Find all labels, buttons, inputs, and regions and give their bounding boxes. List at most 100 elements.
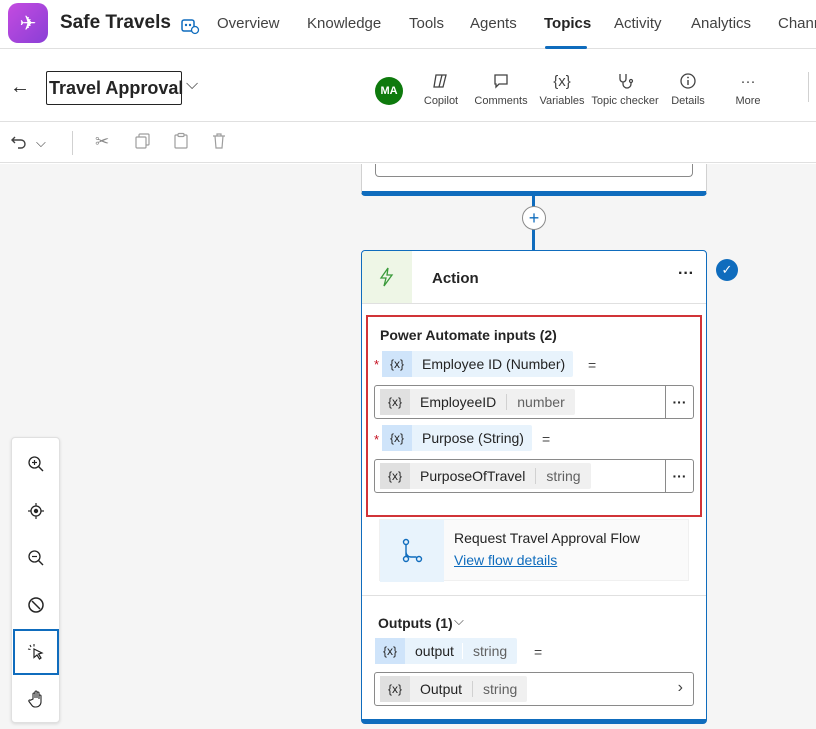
back-arrow-icon[interactable]: ←: [10, 76, 30, 99]
undo-icon[interactable]: [10, 132, 28, 155]
topic-canvas[interactable]: + Action ··· Power Automate inputs (2) *…: [0, 164, 816, 729]
bot-settings-icon[interactable]: [178, 14, 200, 36]
previous-node[interactable]: [361, 164, 707, 196]
reset-icon[interactable]: [12, 582, 59, 628]
zoom-out-icon[interactable]: [12, 535, 59, 581]
recenter-icon[interactable]: [12, 488, 59, 534]
input-label: Purpose (String): [422, 430, 524, 446]
outputs-title[interactable]: Outputs (1): [378, 615, 453, 631]
output-var-name: output: [415, 643, 454, 659]
comments-label: Comments: [474, 95, 528, 107]
details-button[interactable]: Details: [668, 70, 708, 107]
topic-name-field[interactable]: Travel Approval: [46, 71, 183, 105]
copy-icon[interactable]: [134, 132, 152, 155]
copilot-button[interactable]: Copilot: [421, 70, 461, 107]
input-label: Employee ID (Number): [422, 356, 566, 372]
equals-sign: =: [534, 644, 543, 660]
tab-channels[interactable]: Chann: [778, 15, 816, 32]
cut-icon[interactable]: ✂: [95, 132, 109, 152]
variable-icon: {x}: [380, 463, 410, 489]
avatar[interactable]: MA: [375, 77, 403, 105]
comment-icon: [473, 70, 529, 92]
required-asterisk: *: [374, 357, 380, 372]
tab-topics[interactable]: Topics: [544, 15, 591, 32]
checkmark-icon: ✓: [716, 259, 738, 281]
topic-checker-label: Topic checker: [591, 95, 659, 107]
view-flow-details-link[interactable]: View flow details: [454, 552, 557, 568]
value-chip[interactable]: {x} Output string: [380, 676, 528, 702]
tab-analytics[interactable]: Analytics: [691, 15, 751, 32]
chevron-down-icon[interactable]: ⌵: [36, 135, 46, 151]
tab-tools[interactable]: Tools: [409, 15, 444, 32]
tab-agents[interactable]: Agents: [470, 15, 517, 32]
action-more-button[interactable]: ···: [678, 265, 694, 283]
copilot-icon: [421, 70, 461, 92]
chevron-down-icon[interactable]: ⌵: [454, 613, 464, 629]
flow-icon: [380, 520, 444, 582]
info-icon: [668, 70, 708, 92]
tab-overview[interactable]: Overview: [217, 15, 280, 32]
previous-node-field[interactable]: [375, 164, 693, 177]
airplane-icon[interactable]: ✈: [8, 3, 48, 43]
edit-toolbar: ⌵ ✂: [0, 123, 816, 163]
app-name[interactable]: Safe Travels: [60, 12, 171, 34]
paste-icon[interactable]: [172, 132, 190, 155]
power-automate-inputs-section: Power Automate inputs (2) * {x} Employee…: [366, 315, 702, 517]
output-value-field[interactable]: {x} Output string ›: [374, 672, 694, 706]
chevron-down-icon[interactable]: ⌵: [186, 76, 198, 94]
divider: [72, 131, 73, 155]
select-pointer-icon[interactable]: [13, 629, 59, 675]
variable-icon: {x}: [380, 676, 410, 702]
value-type: string: [483, 681, 518, 697]
field-more-button[interactable]: ···: [665, 460, 693, 492]
value-chip[interactable]: {x} PurposeOfTravel string: [380, 463, 591, 489]
details-label: Details: [671, 95, 705, 107]
copilot-label: Copilot: [423, 95, 459, 107]
value-chip[interactable]: {x} EmployeeID number: [380, 389, 575, 415]
variables-label: Variables: [539, 95, 585, 107]
field-more-button[interactable]: ···: [665, 386, 693, 418]
lightning-icon: [362, 251, 412, 303]
required-asterisk: *: [374, 432, 380, 447]
more-label: More: [735, 95, 761, 107]
action-title: Action: [432, 270, 479, 287]
topic-header: ← Travel Approval ⌵ MA Copilot Comments …: [0, 50, 816, 122]
value-name: Output: [410, 681, 474, 697]
tab-knowledge[interactable]: Knowledge: [307, 15, 381, 32]
output-variable-chip[interactable]: {x} output string: [375, 638, 518, 664]
flow-name: Request Travel Approval Flow: [454, 530, 640, 546]
comments-button[interactable]: Comments: [473, 70, 529, 107]
employee-id-value-field[interactable]: {x} EmployeeID number ···: [374, 385, 694, 419]
value-name: EmployeeID: [410, 394, 508, 410]
inputs-title: Power Automate inputs (2): [380, 327, 557, 343]
equals-sign: =: [588, 357, 597, 373]
top-nav: ✈ Safe Travels Overview Knowledge Tools …: [0, 0, 816, 49]
variable-icon: {x}: [375, 638, 405, 664]
variables-button[interactable]: {x} Variables: [538, 70, 586, 108]
variable-icon: {x}: [553, 72, 571, 90]
variable-icon: {x}: [382, 425, 412, 451]
output-var-type: string: [461, 643, 517, 659]
more-icon: ···: [740, 72, 756, 90]
input-variable-chip[interactable]: {x} Purpose (String): [382, 425, 532, 451]
value-name: PurposeOfTravel: [410, 468, 537, 484]
active-tab-indicator: [545, 46, 587, 49]
chevron-right-icon[interactable]: ›: [678, 679, 683, 697]
pan-hand-icon[interactable]: [12, 676, 59, 722]
divider: [362, 595, 706, 596]
variable-icon: {x}: [382, 351, 412, 377]
variable-icon: {x}: [380, 389, 410, 415]
more-button[interactable]: ··· More: [730, 70, 766, 108]
purpose-value-field[interactable]: {x} PurposeOfTravel string ···: [374, 459, 694, 493]
equals-sign: =: [542, 431, 551, 447]
divider: [362, 303, 706, 304]
value-type: number: [517, 394, 565, 410]
delete-icon[interactable]: [210, 132, 228, 155]
topic-checker-button[interactable]: Topic checker: [591, 70, 659, 107]
zoom-in-icon[interactable]: [12, 441, 59, 487]
action-node[interactable]: Action ··· Power Automate inputs (2) * {…: [361, 250, 707, 724]
add-node-button[interactable]: +: [522, 206, 546, 230]
input-variable-chip[interactable]: {x} Employee ID (Number): [382, 351, 574, 377]
flow-card: Request Travel Approval Flow View flow d…: [379, 519, 689, 582]
tab-activity[interactable]: Activity: [614, 15, 662, 32]
